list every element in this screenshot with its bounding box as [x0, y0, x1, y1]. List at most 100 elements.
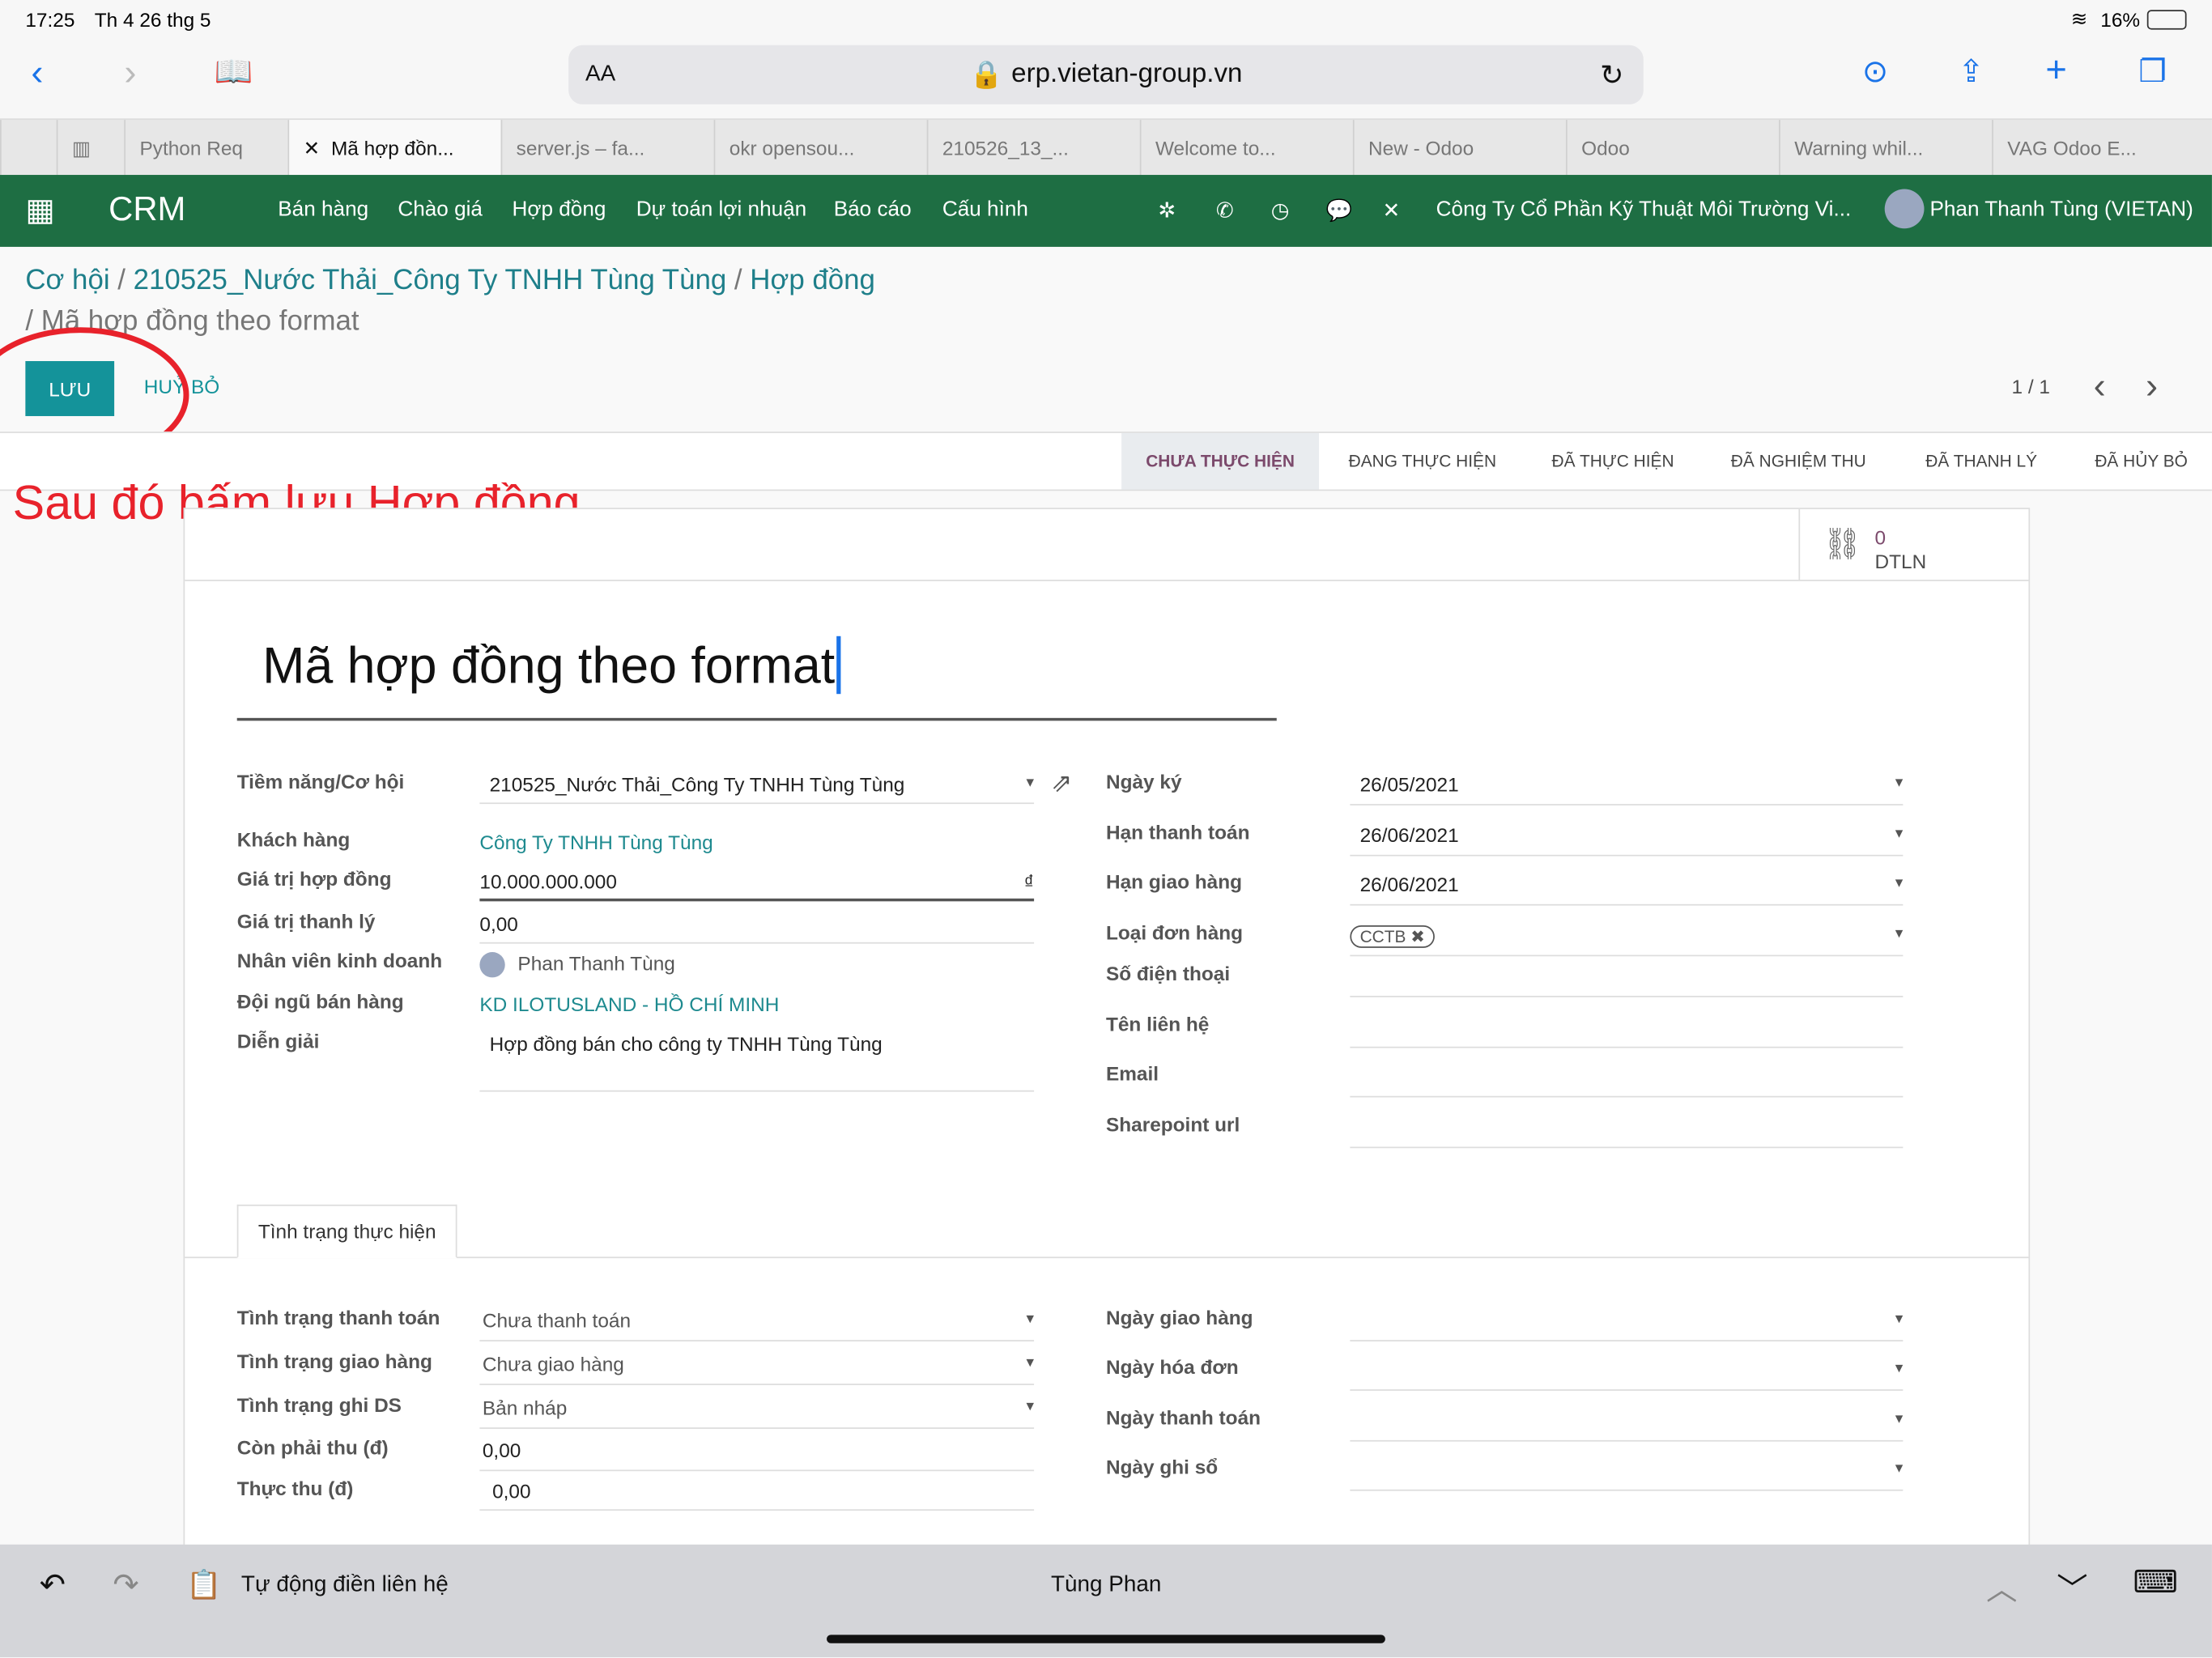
field-input[interactable]: Chưa thanh toán [479, 1309, 1034, 1341]
share-icon[interactable]: ⇪ [1958, 53, 1984, 90]
field-input[interactable]: 26/06/2021 [1350, 873, 1903, 906]
app-name[interactable]: CRM [108, 190, 185, 230]
breadcrumb-hop-dong[interactable]: Hợp đồng [750, 266, 875, 296]
date: Th 4 26 thg 5 [94, 8, 211, 32]
field-label: Hạn thanh toán [1105, 821, 1250, 844]
menu-bao-cao[interactable]: Báo cáo [834, 198, 912, 222]
menu-du-toan[interactable]: Dự toán lợi nhuận [636, 198, 806, 222]
field-input[interactable]: KD ILOTUSLAND - HỒ CHÍ MINH [479, 993, 1034, 1024]
autofill-contact[interactable]: Tự động điền liên hệ [241, 1573, 449, 1598]
field-label: Tiềm năng/Cơ hội [236, 770, 405, 793]
bug-icon[interactable]: ✲ [1158, 198, 1176, 223]
clipboard-icon[interactable]: 📋 [186, 1567, 221, 1603]
stage-da-thuc-hien[interactable]: ĐÃ THỰC HIỆN [1552, 433, 1674, 490]
undo-icon[interactable]: ↶ [40, 1567, 66, 1604]
back-icon[interactable]: ‹ [31, 51, 43, 95]
tab-sidebar-icon[interactable] [0, 120, 57, 176]
field-input[interactable]: 0,00 [479, 912, 1035, 944]
field-label: Ngày ghi sổ [1105, 1456, 1219, 1478]
field-input[interactable]: Phan Thanh Tùng [479, 952, 1034, 983]
breadcrumb-opportunity[interactable]: 210525_Nước Thải_Công Ty TNHH Tùng Tùng [134, 266, 727, 296]
field-input[interactable]: 10.000.000.000 ₫ [479, 870, 1035, 902]
date-input[interactable] [1350, 1409, 1903, 1442]
browser-tab[interactable]: Odoo [1565, 120, 1779, 176]
field-input[interactable]: 26/06/2021 [1350, 824, 1903, 857]
chevron-down-icon[interactable]: ﹀ [2057, 1564, 2087, 1609]
tabs-icon[interactable]: ❐ [2138, 53, 2166, 90]
company-switcher[interactable]: Công Ty Cổ Phần Kỹ Thuật Môi Trường Vi..… [1436, 198, 1852, 222]
breadcrumb-co-hoi[interactable]: Cơ hội [25, 266, 109, 296]
date-input[interactable] [1350, 1358, 1903, 1391]
stage-dang-thuc-hien[interactable]: ĐANG THỰC HIỆN [1349, 433, 1496, 490]
field-input[interactable] [1350, 1015, 1904, 1048]
ios-status-bar: 17:25 Th 4 26 thg 5 ≋ 16% [0, 0, 2212, 40]
previous-icon[interactable]: ‹ [2094, 364, 2106, 408]
clock-icon[interactable]: ◷ [1271, 198, 1290, 223]
browser-tab[interactable]: VAG Odoo E... [1992, 120, 2205, 176]
stage-da-huy-bo[interactable]: ĐÃ HỦY BỎ [2095, 433, 2188, 490]
field-input[interactable]: 210525_Nước Thải_Công Ty TNHH Tùng Tùng [479, 773, 1034, 805]
new-tab-icon[interactable]: + [2045, 48, 2066, 91]
field-input[interactable]: CCTB ✖ [1350, 924, 1903, 957]
chat-icon[interactable]: 💬 [1326, 198, 1353, 223]
dtln-smart-button[interactable]: ⛓ 0 DTLN [1798, 508, 2028, 580]
phone-icon[interactable]: ✆ [1216, 198, 1234, 223]
field-input[interactable] [1350, 965, 1904, 997]
bookmarks-icon[interactable]: 📖 [215, 53, 253, 90]
menu-ban-hang[interactable]: Bán hàng [278, 198, 368, 222]
tag-cctb[interactable]: CCTB ✖ [1350, 925, 1436, 948]
clock: 17:25 [25, 8, 75, 32]
field-input[interactable]: Hợp đồng bán cho công ty TNHH Tùng Tùng [479, 1032, 1035, 1092]
close-icon[interactable]: ✕ [304, 136, 320, 160]
stage-chua-thuc-hien[interactable]: CHƯA THỰC HIỆN [1121, 432, 1320, 490]
tools-icon[interactable]: ✕ [1382, 198, 1400, 223]
keyboard-shortcut-bar: ↶ ↷ 📋 Tự động điền liên hệ Tùng Phan ︿ ﹀… [0, 1544, 2212, 1658]
browser-tab[interactable]: 210526_13_... [926, 120, 1140, 176]
field-label: Tình trạng ghi DS [236, 1393, 402, 1417]
reader-aa[interactable]: AA [585, 62, 615, 87]
menu-cau-hinh[interactable]: Cấu hình [942, 198, 1028, 222]
reload-icon[interactable]: ↻ [1600, 57, 1623, 93]
date-input[interactable] [1350, 1309, 1903, 1341]
date-input[interactable] [1350, 1459, 1903, 1491]
field-input[interactable]: Chưa giao hàng [479, 1353, 1034, 1385]
browser-tab-active[interactable]: ✕ Mã hợp đồn... [287, 120, 501, 176]
browser-tab[interactable]: okr opensou... [713, 120, 927, 176]
external-link-icon[interactable]: ⇗ [1051, 769, 1072, 799]
title-input[interactable]: Mã hợp đồng theo format [236, 619, 1277, 721]
tab-reader-icon[interactable]: ▥ [56, 120, 125, 176]
field-input[interactable]: Bản nháp [479, 1397, 1034, 1429]
field-input[interactable]: 0,00 [479, 1480, 1035, 1511]
field-label: Đội ngũ bán hàng [236, 990, 404, 1013]
wifi-icon: ≋ [2070, 6, 2088, 30]
battery-icon [2146, 10, 2187, 30]
address-bar[interactable]: AA 🔒 erp.vietan-group.vn ↻ [568, 45, 1644, 104]
field-input[interactable]: 0,00 [479, 1439, 1035, 1472]
button-box: ⛓ 0 DTLN [185, 508, 2029, 581]
browser-tab[interactable]: Warning whil... [1779, 120, 1992, 176]
menu-chao-gia[interactable]: Chào giá [398, 198, 483, 222]
suggestion[interactable]: Tùng Phan [1051, 1573, 1161, 1598]
tab-tinh-trang-thuc-hien[interactable]: Tình trạng thực hiện [236, 1204, 457, 1259]
download-icon[interactable]: ⊙ [1862, 53, 1888, 90]
user-menu[interactable]: Phan Thanh Tùng (VIETAN) [1929, 198, 2193, 222]
forward-icon[interactable]: › [124, 51, 136, 95]
field-input[interactable]: Công Ty TNHH Tùng Tùng [479, 831, 1034, 861]
chevron-up-icon[interactable]: ︿ [1986, 1564, 2017, 1609]
breadcrumb: Cơ hội / 210525_Nước Thải_Công Ty TNHH T… [25, 265, 875, 338]
field-input[interactable] [1350, 1116, 1904, 1149]
menu-hop-dong[interactable]: Hợp đồng [512, 198, 606, 222]
browser-tab[interactable]: New - Odoo [1352, 120, 1566, 176]
browser-tab[interactable]: server.js – fa... [500, 120, 714, 176]
field-input[interactable]: 26/05/2021 [1350, 773, 1903, 806]
avatar[interactable] [1884, 189, 1925, 229]
stage-da-nghiem-thu[interactable]: ĐÃ NGHIỆM THU [1731, 433, 1866, 490]
browser-tab[interactable]: Welcome to... [1139, 120, 1353, 176]
next-icon[interactable]: › [2146, 364, 2158, 408]
apps-grid-icon[interactable]: ▦ [25, 192, 54, 228]
browser-tab[interactable]: Python Req [124, 120, 287, 176]
keyboard-icon[interactable]: ⌨ [2133, 1564, 2177, 1601]
redo-icon[interactable]: ↷ [113, 1567, 138, 1604]
stage-da-thanh-ly[interactable]: ĐÃ THANH LÝ [1925, 433, 2037, 490]
field-input[interactable] [1350, 1065, 1904, 1098]
